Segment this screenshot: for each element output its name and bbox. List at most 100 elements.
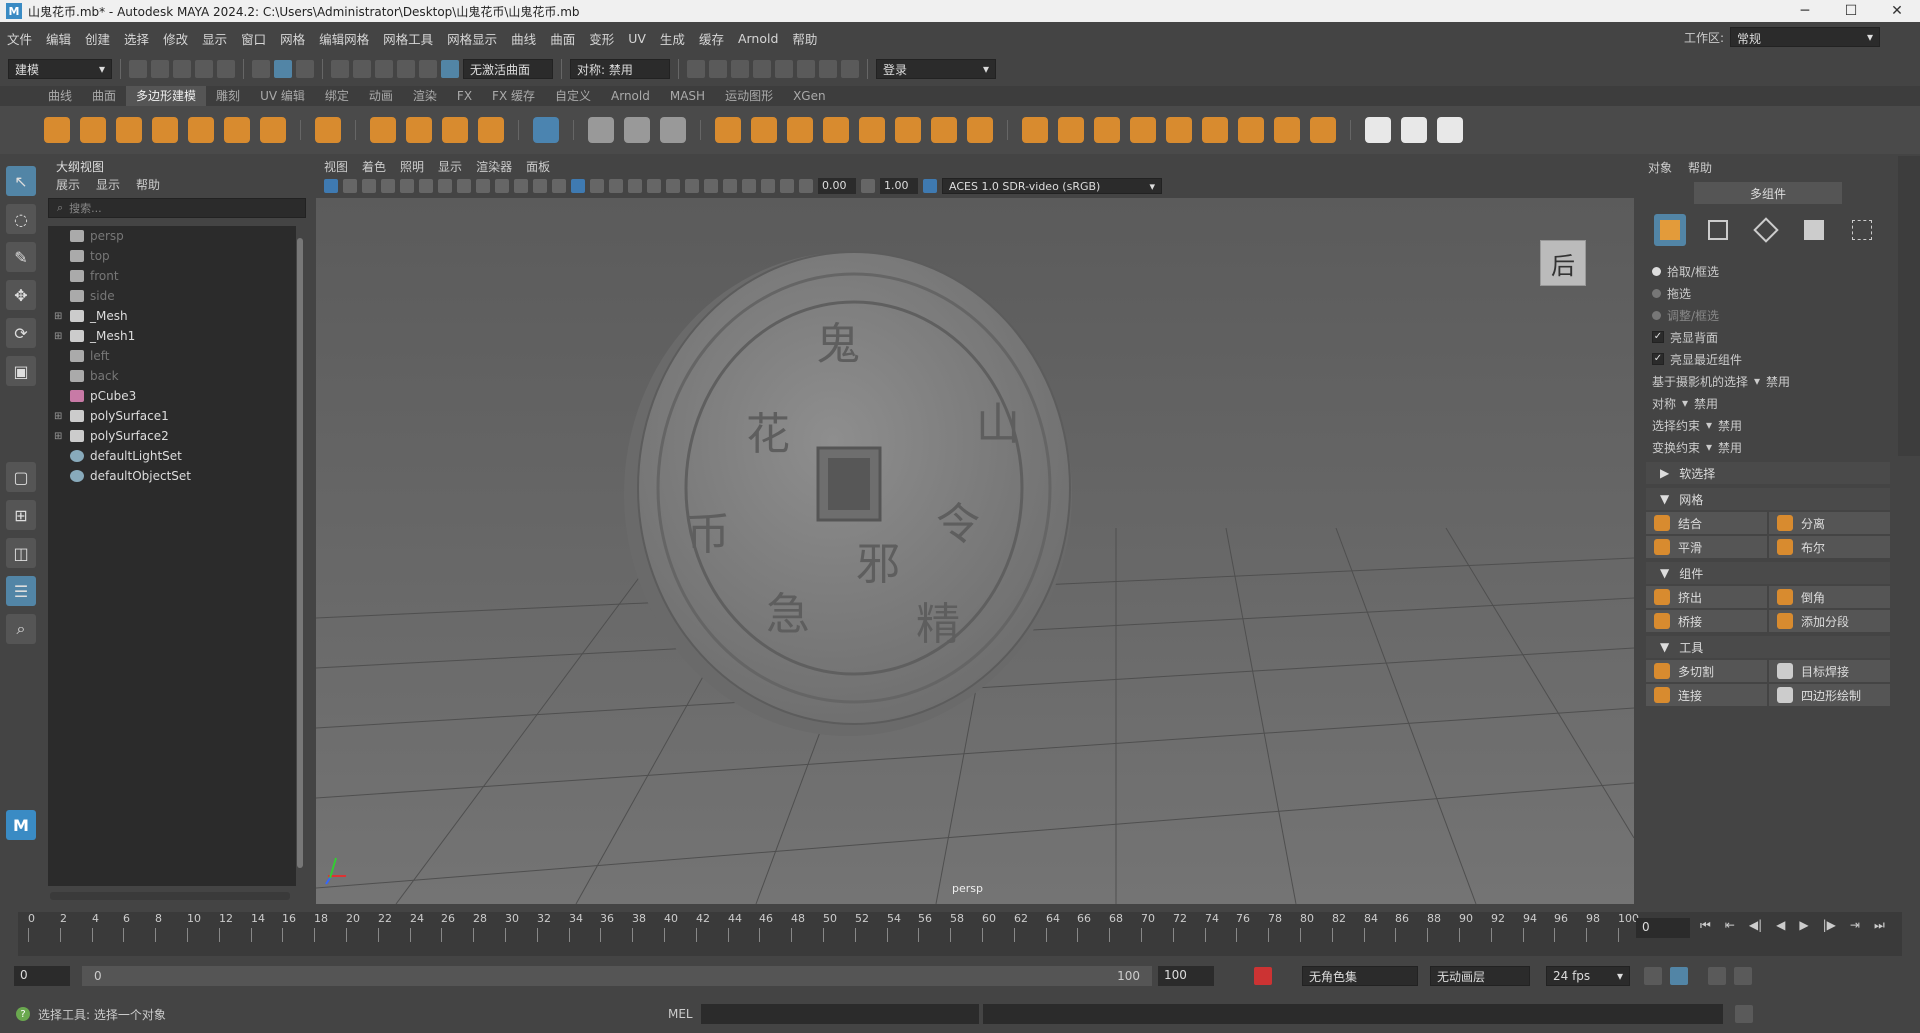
- boolean-icon[interactable]: [859, 117, 885, 143]
- toolkit-menu-object[interactable]: 对象: [1648, 159, 1672, 176]
- outliner-menu-help[interactable]: 帮助: [136, 176, 160, 193]
- current-frame-field[interactable]: 0: [1636, 918, 1690, 938]
- menu-arnold[interactable]: Arnold: [731, 31, 785, 46]
- motion-blur-icon[interactable]: [685, 179, 699, 193]
- fps-dropdown[interactable]: 24 fps ▾: [1546, 966, 1630, 986]
- wedge-icon[interactable]: [1238, 117, 1264, 143]
- workspace-dropdown[interactable]: 常规 ▾: [1730, 27, 1880, 47]
- expand-icon[interactable]: ⊞: [54, 411, 66, 422]
- script-editor-icon[interactable]: [1734, 1005, 1753, 1023]
- toolkit-button[interactable]: 分离: [1769, 512, 1890, 534]
- tab-rendering[interactable]: 渲染: [403, 86, 447, 106]
- go-to-end-icon[interactable]: ⏭: [1874, 918, 1885, 933]
- toolkit-button[interactable]: 桥接: [1646, 610, 1767, 632]
- highlight-nearest-checkbox[interactable]: ✓ 亮显最近组件: [1640, 348, 1896, 370]
- grid-toggle-icon[interactable]: [438, 179, 452, 193]
- field-chart-icon[interactable]: [514, 179, 528, 193]
- gamma-field[interactable]: 1.00: [880, 178, 918, 194]
- extract-icon[interactable]: [787, 117, 813, 143]
- sound-icon[interactable]: [1708, 967, 1726, 985]
- tab-uv-editing[interactable]: UV 编辑: [250, 86, 315, 106]
- tab-custom[interactable]: 自定义: [545, 86, 601, 106]
- step-forward-key-icon[interactable]: ⇥: [1850, 918, 1860, 933]
- svg-icon[interactable]: [478, 117, 504, 143]
- sweep-mesh-icon[interactable]: [406, 117, 432, 143]
- outliner-search-input[interactable]: ⌕ 搜索...: [48, 198, 306, 218]
- maya-home-icon[interactable]: M: [6, 810, 36, 840]
- snap-surface-icon[interactable]: [419, 60, 437, 78]
- outliner-scrollbar[interactable]: [296, 228, 304, 878]
- outliner-item[interactable]: ⊞ _Mesh: [48, 306, 296, 326]
- outliner-item[interactable]: defaultObjectSet: [48, 466, 296, 486]
- bookmark-icon[interactable]: [362, 179, 376, 193]
- wireframe-icon[interactable]: [552, 179, 566, 193]
- menu-mesh[interactable]: 网格: [273, 29, 312, 48]
- xray-joints-icon[interactable]: [780, 179, 794, 193]
- viewport-menu-lighting[interactable]: 照明: [400, 158, 424, 175]
- anim-layer-dropdown[interactable]: 无动画层: [1430, 966, 1530, 986]
- 2d-pan-zoom-icon[interactable]: [400, 179, 414, 193]
- edge-loop-icon[interactable]: [1401, 117, 1427, 143]
- reduce-icon[interactable]: [931, 117, 957, 143]
- color-space-dropdown[interactable]: ACES 1.0 SDR-video (sRGB) ▾: [942, 178, 1162, 194]
- poly-plane-icon[interactable]: [224, 117, 250, 143]
- gamma-icon[interactable]: [861, 179, 875, 193]
- outliner-item[interactable]: ⊞ polySurface2: [48, 426, 296, 446]
- menu-curves[interactable]: 曲线: [504, 29, 543, 48]
- toolkit-button[interactable]: 布尔: [1769, 536, 1890, 558]
- poke-icon[interactable]: [1202, 117, 1228, 143]
- expand-icon[interactable]: ⊞: [54, 431, 66, 442]
- tab-sculpting[interactable]: 雕刻: [206, 86, 250, 106]
- toolkit-button[interactable]: 倒角: [1769, 586, 1890, 608]
- time-slider[interactable]: 0 2 4 6 8 10 12 14 16 18 20 22 24 26 28 30 32 34 36 38 40 42 4…: [18, 912, 1902, 956]
- exposure-icon[interactable]: [799, 179, 813, 193]
- redo-icon[interactable]: [217, 60, 235, 78]
- cache-playback-icon[interactable]: [1670, 967, 1688, 985]
- command-line-input[interactable]: [700, 1004, 979, 1024]
- rotate-tool-icon[interactable]: ⟳: [6, 318, 36, 348]
- 3d-viewport[interactable]: 山 鬼 花 币 邪 精 急 令 后 persp: [316, 198, 1634, 904]
- step-back-frame-icon[interactable]: ◀|: [1749, 918, 1762, 933]
- xray-icon[interactable]: [761, 179, 775, 193]
- toolkit-button[interactable]: 结合: [1646, 512, 1767, 534]
- transform-constraint-row[interactable]: 变换约束 ▾ 禁用: [1640, 436, 1896, 458]
- pick-mode-option[interactable]: 拾取/框选: [1640, 260, 1896, 282]
- menu-select[interactable]: 选择: [117, 29, 156, 48]
- select-constraint-row[interactable]: 选择约束 ▾ 禁用: [1640, 414, 1896, 436]
- measure-icon[interactable]: [588, 117, 614, 143]
- expand-icon[interactable]: ⊞: [54, 311, 66, 322]
- outliner-item[interactable]: left: [48, 346, 296, 366]
- poly-cylinder-icon[interactable]: [116, 117, 142, 143]
- slide-edge-icon[interactable]: [1437, 117, 1463, 143]
- expand-icon[interactable]: ⊞: [54, 331, 66, 342]
- auto-key-icon[interactable]: [1254, 967, 1272, 985]
- search-icon[interactable]: ⌕: [6, 614, 36, 644]
- tab-motion-graphics[interactable]: 运动图形: [715, 86, 783, 106]
- camera-based-selection-row[interactable]: 基于摄影机的选择 ▾ 禁用: [1640, 370, 1896, 392]
- film-gate-icon[interactable]: [457, 179, 471, 193]
- toolkit-button[interactable]: 多切割: [1646, 660, 1767, 682]
- new-scene-icon[interactable]: [129, 60, 147, 78]
- select-camera-icon[interactable]: [324, 179, 338, 193]
- menu-cache[interactable]: 缓存: [692, 29, 731, 48]
- menu-display[interactable]: 显示: [195, 29, 234, 48]
- multi-component-header[interactable]: 多组件: [1694, 182, 1842, 204]
- tab-xgen[interactable]: XGen: [783, 86, 836, 106]
- make-live-icon[interactable]: [441, 60, 459, 78]
- menu-mesh-display[interactable]: 网格显示: [440, 29, 504, 48]
- separate-icon[interactable]: [751, 117, 777, 143]
- collapse-icon[interactable]: [1310, 117, 1336, 143]
- render-view-icon[interactable]: [687, 60, 705, 78]
- view-cube[interactable]: 后: [1540, 240, 1586, 286]
- menu-generate[interactable]: 生成: [653, 29, 692, 48]
- tab-fx[interactable]: FX: [447, 86, 482, 106]
- combine-icon[interactable]: [715, 117, 741, 143]
- snap-curve-icon[interactable]: [353, 60, 371, 78]
- isolate-select-icon[interactable]: [742, 179, 756, 193]
- camera-attributes-icon[interactable]: [343, 179, 357, 193]
- tab-curves[interactable]: 曲线: [38, 86, 82, 106]
- toolkit-button[interactable]: 添加分段: [1769, 610, 1890, 632]
- character-set-dropdown[interactable]: 无角色集: [1302, 966, 1418, 986]
- select-component-icon[interactable]: [296, 60, 314, 78]
- fill-hole-icon[interactable]: [1130, 117, 1156, 143]
